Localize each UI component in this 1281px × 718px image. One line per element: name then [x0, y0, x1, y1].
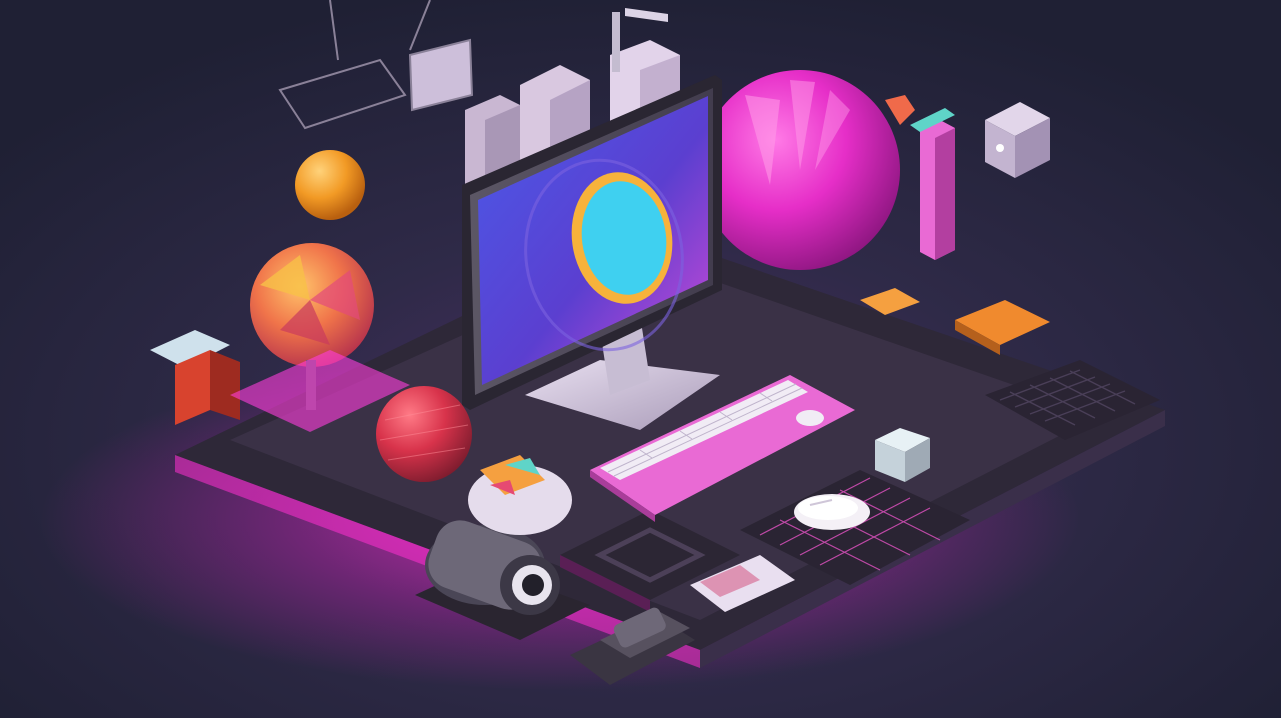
- isometric-tech-scene: [0, 0, 1281, 718]
- orange-sphere: [295, 150, 365, 220]
- mouse: [794, 494, 870, 530]
- trackpad-mouse: [796, 410, 824, 426]
- magenta-sphere: [700, 70, 900, 270]
- scene-illustration: [0, 0, 1281, 718]
- red-sphere: [376, 386, 472, 482]
